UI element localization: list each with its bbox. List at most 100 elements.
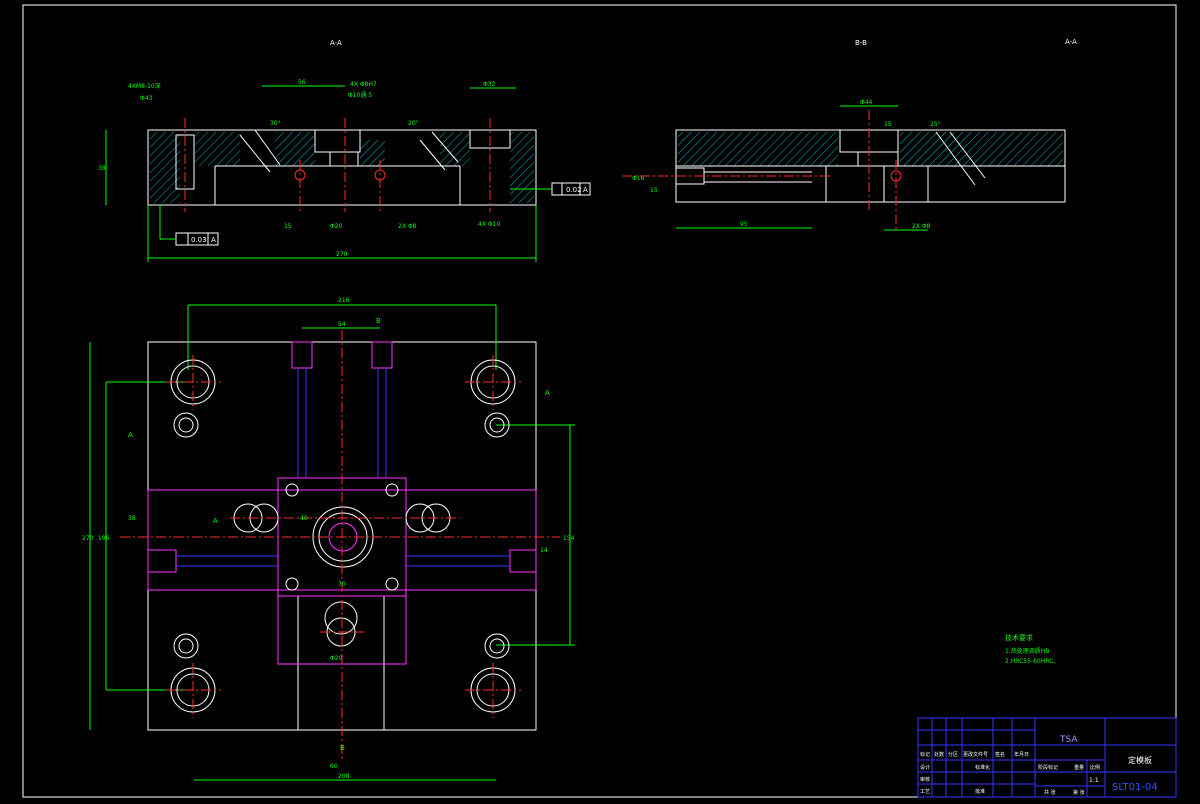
title-block: 标记 处数 分区 更改文件号 签名 年月日 设计 标准化 审核 工艺 批准 阶段… bbox=[917, 717, 1177, 798]
dim-overall-270: 270 bbox=[336, 251, 348, 258]
dim-phi20-plan: Φ20 bbox=[330, 655, 343, 662]
tb-design: 设计 bbox=[920, 764, 930, 771]
bb-pocket-step bbox=[857, 151, 899, 167]
pocket-step bbox=[329, 151, 359, 167]
dim-phi20: Φ20 bbox=[330, 223, 343, 230]
dim-70: 70 bbox=[338, 581, 346, 588]
screw-hole bbox=[173, 412, 199, 438]
tb-sheet: 第 张 bbox=[1073, 789, 1085, 796]
section-aa-view: A-A 270 38 56 4XM8-10深 Φ43 4X Φ8H7 Φ10通 … bbox=[98, 39, 591, 262]
dim-bb-15-vert: 15 bbox=[884, 121, 892, 128]
section-small-title: A-A bbox=[1065, 38, 1077, 46]
dim-angle-20: 20° bbox=[408, 120, 419, 127]
dim-154: 154 bbox=[563, 535, 575, 542]
parallel-value: 0.03 bbox=[191, 236, 207, 244]
tb-count: 处数 bbox=[934, 751, 944, 758]
section-aa-title: A-A bbox=[330, 39, 342, 47]
slide-slot-head bbox=[371, 341, 393, 369]
dim-2x8: 2X Φ8 bbox=[398, 223, 417, 230]
bb-bottom-mid bbox=[883, 165, 929, 203]
screw-hole-inner bbox=[178, 638, 194, 654]
tb-zone: 分区 bbox=[948, 751, 958, 758]
notes-title: 技术要求 bbox=[1005, 633, 1033, 642]
dim-54: 54 bbox=[338, 321, 346, 328]
tb-drawing-number: SLT01-04 bbox=[1112, 782, 1158, 793]
tb-sheets: 共 张 bbox=[1044, 789, 1056, 796]
dim-216: 216 bbox=[338, 297, 350, 304]
tb-approve: 批准 bbox=[975, 788, 985, 795]
tb-scale: 1:1 bbox=[1089, 777, 1099, 784]
dim-60: 60 bbox=[330, 763, 338, 770]
tb-std: 标准化 bbox=[975, 764, 990, 771]
dim-height: 38 bbox=[98, 165, 106, 172]
hatch-mid bbox=[275, 132, 315, 166]
tb-date: 年月日 bbox=[1014, 751, 1029, 758]
parallel-ref: A bbox=[211, 236, 216, 244]
dim-270-plan: 270 bbox=[82, 535, 94, 542]
dim-25deg: 25° bbox=[930, 121, 941, 128]
dim-208: 208 bbox=[338, 773, 350, 780]
side-slot-left bbox=[147, 549, 177, 573]
technical-notes: 技术要求 1.热处理调质HB 2.HRC55-60HRC。 bbox=[1005, 633, 1059, 665]
tb-audit: 审核 bbox=[920, 776, 930, 783]
dim-4x10: 4X Φ10 bbox=[478, 221, 500, 228]
dim-thru: Φ10通 5 bbox=[348, 91, 372, 99]
lower-block bbox=[297, 595, 385, 731]
tb-ratio: 比例 bbox=[1090, 764, 1100, 771]
dim-14: 14 bbox=[540, 547, 548, 554]
tb-weight: 重量 bbox=[1074, 764, 1084, 771]
hatch-bb-right bbox=[900, 132, 1063, 166]
flatness-value: 0.02 bbox=[566, 186, 582, 194]
tb-stage: 阶段标记 bbox=[1038, 764, 1058, 771]
hatch-right-2 bbox=[510, 132, 534, 203]
insert-screw bbox=[285, 577, 299, 591]
drawing-canvas: A-A 270 38 56 4XM8-10深 Φ43 4X Φ8H7 Φ10通 … bbox=[0, 0, 1200, 800]
side-slot-right bbox=[509, 549, 537, 573]
section-marker-b-bottom: B bbox=[340, 744, 345, 752]
section-marker-a-right: A bbox=[545, 389, 550, 397]
hatch-left-2 bbox=[195, 132, 240, 166]
drawing-border bbox=[22, 4, 1177, 798]
dim-bb-15: 15 bbox=[650, 187, 658, 194]
section-bb-title: B-B bbox=[855, 39, 867, 47]
hatch-mid-2 bbox=[360, 140, 385, 166]
section-marker-a: A bbox=[128, 431, 133, 439]
flatness-ref: A bbox=[583, 186, 588, 194]
dim-angle-30: 30° bbox=[270, 120, 281, 127]
section-marker-a-mid: A bbox=[213, 517, 218, 525]
screw-hole-inner bbox=[489, 638, 505, 654]
tb-craft: 工艺 bbox=[920, 789, 930, 795]
section-marker-b: B bbox=[376, 317, 381, 325]
bottom-channel bbox=[214, 165, 461, 206]
tb-company: TSA bbox=[1059, 735, 1078, 745]
plan-view: 216 54 270 196 208 154 B B A A A 70 Φ20 … bbox=[82, 297, 575, 781]
hatch-bb-left bbox=[678, 132, 838, 166]
dim-thread: 4XM8-10深 bbox=[128, 82, 161, 90]
screw-hole bbox=[173, 633, 199, 659]
tb-change: 更改文件号 bbox=[963, 751, 988, 758]
dim-phi44: Φ44 bbox=[860, 99, 873, 106]
dim-196: 196 bbox=[98, 535, 110, 542]
dim-bb-2x8: 2X Φ8 bbox=[912, 223, 931, 230]
cad-drawing: A-A 270 38 56 4XM8-10深 Φ43 4X Φ8H7 Φ10通 … bbox=[22, 4, 1177, 798]
screw-hole-inner bbox=[178, 417, 194, 433]
tb-sign: 签名 bbox=[995, 751, 1005, 758]
notes-line-1: 1.热处理调质HB bbox=[1005, 647, 1049, 655]
tb-mark: 标记 bbox=[920, 751, 930, 758]
dim-4x-holes: 4X Φ8H7 bbox=[350, 81, 377, 88]
notes-line-2: 2.HRC55-60HRC。 bbox=[1005, 658, 1059, 665]
top-pocket bbox=[314, 129, 361, 153]
dim-15: 15 bbox=[284, 223, 292, 230]
section-bb-view: B-B A-A 95 15 Φ16 Φ44 15 2X Φ8 25° bbox=[622, 38, 1077, 231]
dim-95: 95 bbox=[740, 221, 748, 228]
screw-hole bbox=[484, 633, 510, 659]
dim-38-plan: 38 bbox=[128, 515, 136, 522]
dim-40: 40 bbox=[300, 515, 308, 522]
dim-phi32: Φ32 bbox=[483, 81, 496, 88]
dim-phi16: Φ16 bbox=[632, 175, 645, 182]
dim-phi43: Φ43 bbox=[140, 95, 153, 102]
dim-56: 56 bbox=[298, 79, 306, 86]
insert-screw bbox=[385, 577, 399, 591]
slide-slot-head bbox=[291, 341, 313, 369]
hatch-right bbox=[440, 132, 470, 166]
